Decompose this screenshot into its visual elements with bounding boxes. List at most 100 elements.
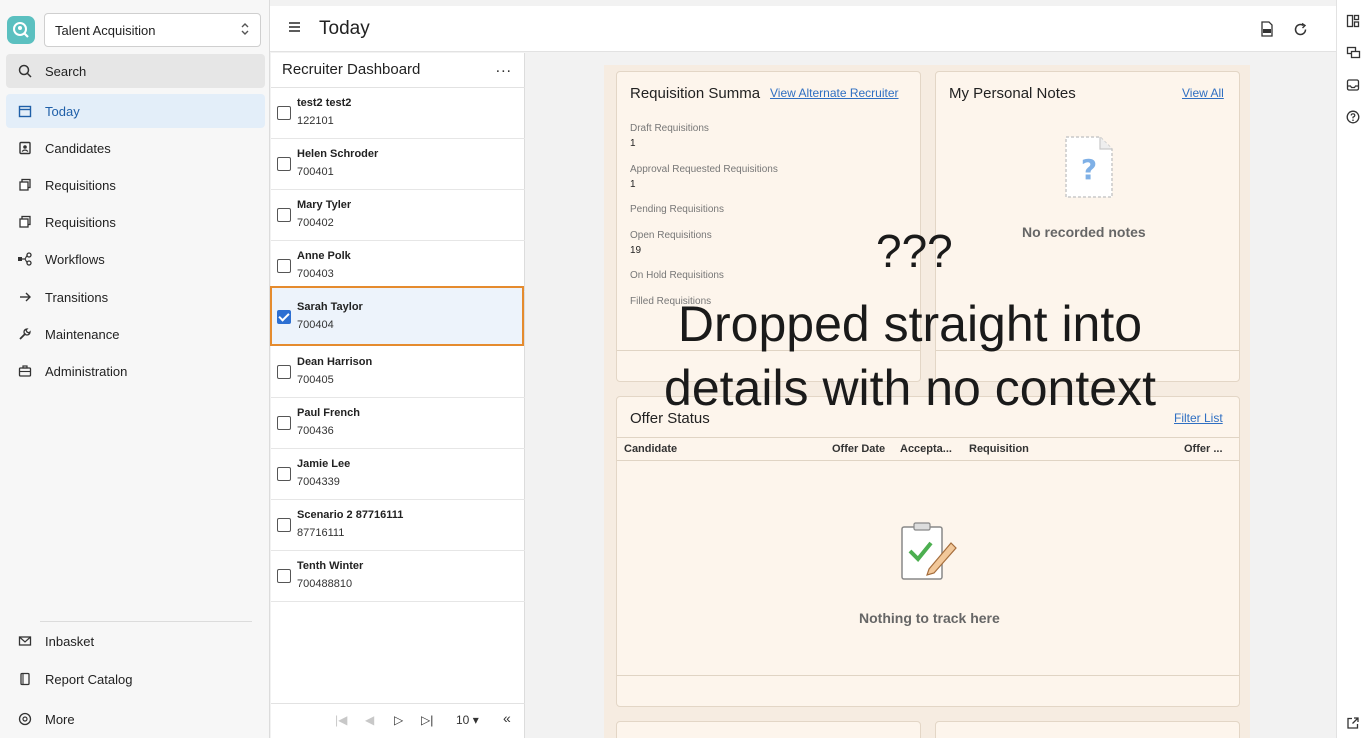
- list-item[interactable]: Paul French 700436: [271, 398, 525, 449]
- layout-panels-icon[interactable]: [1344, 12, 1362, 30]
- sidebar-item-more[interactable]: More: [6, 702, 265, 736]
- arrow-right-icon: [12, 290, 38, 304]
- row-checkbox[interactable]: [277, 416, 291, 430]
- column-header-acceptance[interactable]: Accepta...: [900, 443, 952, 455]
- updown-chevron-icon: [240, 22, 250, 39]
- app-selector[interactable]: Talent Acquisition: [44, 13, 261, 47]
- list-item[interactable]: Dean Harrison 700405: [271, 347, 525, 398]
- sidebar-item-inbasket[interactable]: Inbasket: [6, 624, 265, 658]
- last-page-icon[interactable]: ▷|: [421, 713, 433, 727]
- pdf-export-icon[interactable]: [1258, 20, 1276, 38]
- sidebar-item-requisitions-2[interactable]: Requisitions: [6, 205, 265, 239]
- list-item[interactable]: test2 test2 122101: [271, 88, 525, 139]
- row-checkbox[interactable]: [277, 157, 291, 171]
- column-header-candidate[interactable]: Candidate: [624, 443, 677, 455]
- req-label: On Hold Requisitions: [630, 270, 724, 281]
- row-checkbox[interactable]: [277, 467, 291, 481]
- requisitions-icon: [12, 178, 38, 192]
- sidebar: Talent Acquisition Search Today Candidat…: [0, 0, 270, 738]
- sidebar-item-label: Maintenance: [45, 326, 120, 342]
- page-size-select[interactable]: 10 ▾: [456, 713, 479, 727]
- page-title: Today: [319, 18, 370, 39]
- sidebar-item-label: Workflows: [45, 251, 105, 267]
- sidebar-divider: [40, 621, 252, 622]
- filter-list-link[interactable]: Filter List: [1174, 411, 1223, 425]
- row-name: Jamie Lee: [297, 458, 351, 470]
- external-link-icon[interactable]: [1344, 714, 1362, 732]
- right-rail: [1336, 0, 1368, 738]
- row-checkbox[interactable]: [277, 518, 291, 532]
- row-name: Anne Polk: [297, 250, 351, 262]
- list-item[interactable]: Scenario 2 87716111 87716111: [271, 500, 525, 551]
- row-checkbox-checked[interactable]: [277, 310, 291, 324]
- more-circle-icon: [12, 712, 38, 726]
- req-value: 1: [630, 179, 636, 190]
- list-item[interactable]: Anne Polk 700403: [271, 241, 525, 292]
- pagination: |◀ ◀ ▷ ▷| 10 ▾ «: [271, 703, 525, 738]
- sidebar-item-label: Requisitions: [45, 214, 116, 230]
- prev-page-icon[interactable]: ◀: [365, 713, 374, 727]
- list-item[interactable]: Helen Schroder 700401: [271, 139, 525, 190]
- column-header-offer[interactable]: Offer ...: [1184, 443, 1223, 455]
- sidebar-item-workflows[interactable]: Workflows: [6, 242, 265, 276]
- workflow-icon: [12, 252, 38, 266]
- chat-bubbles-icon[interactable]: [1344, 44, 1362, 62]
- app-logo-icon[interactable]: [7, 16, 35, 44]
- first-page-icon[interactable]: |◀: [335, 713, 347, 727]
- column-header-offer-date[interactable]: Offer Date: [832, 443, 885, 455]
- row-checkbox[interactable]: [277, 569, 291, 583]
- sidebar-item-report-catalog[interactable]: Report Catalog: [6, 662, 265, 696]
- top-bar: Today: [270, 6, 1336, 52]
- inbox-icon[interactable]: [1344, 76, 1362, 94]
- sidebar-search[interactable]: Search: [6, 54, 265, 88]
- book-icon: [12, 672, 38, 686]
- next-page-icon[interactable]: ▷: [394, 713, 403, 727]
- card-title: Requisition Summa: [630, 85, 761, 102]
- view-alternate-recruiter-link[interactable]: View Alternate Recruiter: [770, 86, 899, 100]
- sidebar-item-label: Requisitions: [45, 177, 116, 193]
- row-name: Sarah Taylor: [297, 301, 363, 313]
- search-icon: [12, 64, 38, 78]
- sidebar-item-label: Administration: [45, 363, 128, 379]
- svg-text:?: ?: [1081, 153, 1097, 186]
- app-selector-label: Talent Acquisition: [55, 22, 156, 38]
- partial-card-right: [935, 721, 1240, 738]
- view-all-link[interactable]: View All: [1182, 86, 1224, 100]
- sidebar-item-maintenance[interactable]: Maintenance: [6, 317, 265, 351]
- list-item[interactable]: Mary Tyler 700402: [271, 190, 525, 241]
- row-id: 122101: [297, 115, 334, 127]
- help-icon[interactable]: [1344, 108, 1362, 126]
- row-name: Mary Tyler: [297, 199, 352, 211]
- sidebar-item-administration[interactable]: Administration: [6, 354, 265, 388]
- hamburger-menu-icon[interactable]: [288, 20, 302, 38]
- row-checkbox[interactable]: [277, 208, 291, 222]
- column-header-requisition[interactable]: Requisition: [969, 443, 1029, 455]
- row-id: 700404: [297, 319, 334, 331]
- sidebar-item-label: Transitions: [45, 289, 109, 305]
- briefcase-icon: [12, 364, 38, 378]
- list-item[interactable]: Jamie Lee 7004339: [271, 449, 525, 500]
- row-checkbox[interactable]: [277, 259, 291, 273]
- row-checkbox[interactable]: [277, 365, 291, 379]
- sidebar-item-label: Report Catalog: [45, 671, 133, 687]
- sidebar-item-candidates[interactable]: Candidates: [6, 131, 265, 165]
- sidebar-item-transitions[interactable]: Transitions: [6, 280, 265, 314]
- list-item[interactable]: Tenth Winter 700488810: [271, 551, 525, 602]
- sidebar-item-label: More: [45, 711, 75, 727]
- row-id: 700436: [297, 425, 334, 437]
- empty-offers-text: Nothing to track here: [859, 610, 1000, 626]
- row-name: Tenth Winter: [297, 560, 364, 572]
- row-checkbox[interactable]: [277, 106, 291, 120]
- unknown-document-icon: ?: [1063, 134, 1115, 205]
- row-id: 7004339: [297, 476, 340, 488]
- list-item-selected[interactable]: Sarah Taylor 700404: [270, 286, 524, 346]
- annotation-message: Dropped straight into details with no co…: [664, 296, 1156, 416]
- collapse-panel-icon[interactable]: «: [503, 710, 511, 726]
- sidebar-item-today[interactable]: Today: [6, 94, 265, 128]
- sidebar-item-requisitions[interactable]: Requisitions: [6, 168, 265, 202]
- more-options-icon[interactable]: ...: [496, 59, 512, 77]
- empty-notes-text: No recorded notes: [1022, 224, 1146, 240]
- row-id: 700401: [297, 166, 334, 178]
- refresh-icon[interactable]: [1291, 20, 1309, 38]
- row-name: Dean Harrison: [297, 356, 373, 368]
